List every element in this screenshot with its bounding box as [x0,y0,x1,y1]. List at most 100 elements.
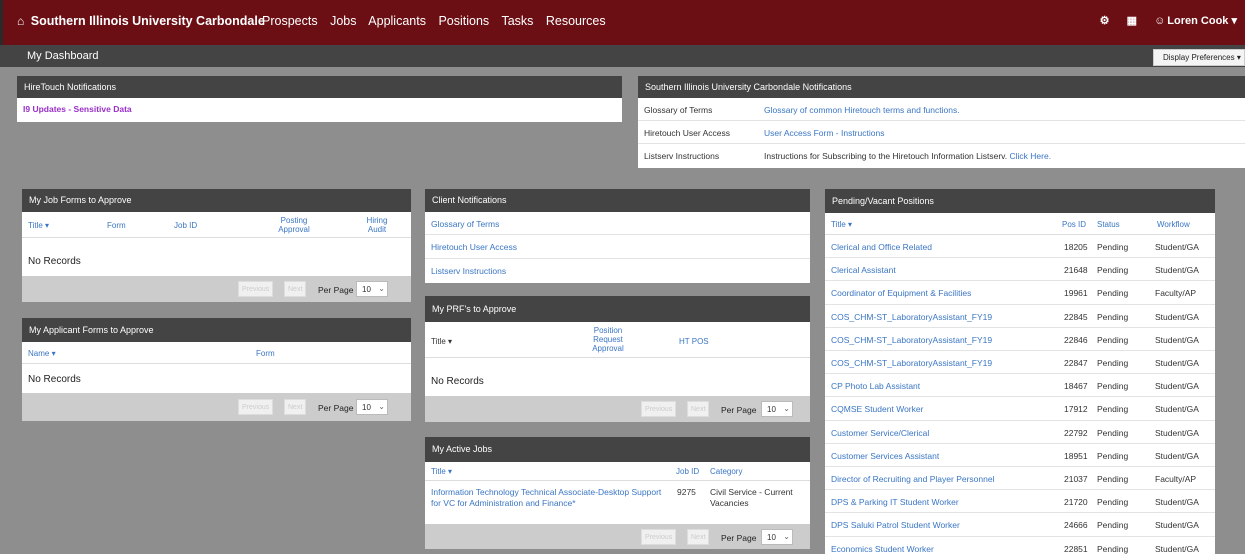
per-page-select[interactable]: 10 ⌄ [356,399,388,415]
top-navbar: ⌂ Southern Illinois University Carbondal… [0,0,1245,45]
position-title-link[interactable]: COS_CHM-ST_LaboratoryAssistant_FY19 [831,335,992,345]
workflow: Faculty/AP [1155,288,1197,299]
previous-button[interactable]: Previous [238,399,274,415]
position-title-link[interactable]: Coordinator of Equipment & Facilities [831,288,971,298]
user-menu[interactable]: ☺ Loren Cook ▾ [1154,15,1237,27]
nav-positions[interactable]: Positions [438,14,489,28]
workflow: Student/GA [1155,334,1199,345]
pos-id: 21648 [1064,265,1088,276]
user-access-link[interactable]: Hiretouch User Access [431,242,517,252]
position-title-link[interactable]: DPS Saluki Patrol Student Worker [831,520,960,530]
col-category[interactable]: Category [710,467,742,476]
nav-jobs[interactable]: Jobs [330,14,356,28]
col-posting-approval[interactable]: Posting Approval [272,216,316,234]
position-title-link[interactable]: CQMSE Student Worker [831,404,923,414]
position-title-link[interactable]: Economics Student Worker [831,544,934,554]
glossary-link[interactable]: Glossary of common Hiretouch terms and f… [764,105,960,115]
display-preferences-button[interactable]: Display Preferences ▾ [1153,49,1245,66]
position-title-link[interactable]: Clerical and Office Related [831,242,932,252]
job-id-cell: 9275 [677,487,696,497]
col-name[interactable]: Name ▾ [28,349,56,358]
chevron-down-icon: ⌄ [783,532,790,541]
pos-id: 19961 [1064,288,1088,299]
col-hiring-audit[interactable]: Hiring Audit [362,216,392,234]
gear-icon[interactable]: ⚙ [1100,15,1110,27]
col-title[interactable]: Title ▾ [431,467,452,476]
col-job-id[interactable]: Job ID [174,221,197,230]
status: Pending [1097,404,1129,415]
workflow: Student/GA [1155,358,1199,368]
col-ht-pos[interactable]: HT POS [679,337,709,346]
col-workflow[interactable]: Workflow [1157,220,1190,229]
table-row: Coordinator of Equipment & Facilities 199… [825,281,1215,305]
col-title[interactable]: Title ▾ [431,337,452,346]
col-job-id[interactable]: Job ID [676,467,699,476]
i9-updates-link[interactable]: I9 Updates - Sensitive Data [23,104,132,114]
previous-button[interactable]: Previous [641,529,677,545]
status: Pending [1097,381,1129,392]
nav-prospects[interactable]: Prospects [262,14,318,28]
per-page-label: Per Page [318,403,354,413]
pos-id: 18205 [1064,242,1088,252]
previous-button[interactable]: Previous [641,401,677,417]
workflow: Faculty/AP [1155,474,1197,484]
user-icon: ☺ [1154,15,1166,27]
nav-resources[interactable]: Resources [546,14,606,28]
table-row: DPS & Parking IT Student Worker 21720 Pend… [825,490,1215,514]
table-row: Clerical Assistant 21648 Pending Student/GA [825,258,1215,282]
click-here-link[interactable]: Click Here. [1010,151,1052,161]
col-form[interactable]: Form [256,349,275,358]
col-pos-id[interactable]: Pos ID [1062,220,1086,229]
pos-id: 18951 [1064,450,1088,461]
table-row: COS_CHM-ST_LaboratoryAssistant_FY19 22847… [825,351,1215,375]
position-title-link[interactable]: DPS & Parking IT Student Worker [831,497,959,507]
next-button[interactable]: Next [284,399,307,415]
table-row: CP Photo Lab Assistant 18467 Pending Studen… [825,374,1215,398]
pos-id: 22845 [1064,311,1088,322]
status: Pending [1097,311,1129,322]
grid-icon[interactable]: ▦ [1127,15,1137,27]
next-button[interactable]: Next [687,529,710,545]
next-button[interactable]: Next [687,401,710,417]
job-title-link[interactable]: Information Technology Technical Associa… [431,487,673,509]
no-records: No Records [28,256,81,267]
status: Pending [1097,520,1129,531]
chevron-down-icon: ⌄ [783,404,790,413]
brand-link[interactable]: ⌂ Southern Illinois University Carbondal… [17,14,265,28]
home-icon: ⌂ [17,14,25,28]
per-page-value: 10 [767,405,776,414]
per-page-select[interactable]: 10 ⌄ [356,281,388,297]
pending-positions-panel: Pending/Vacant Positions Title ▾ Pos ID … [825,189,1215,554]
per-page-select[interactable]: 10 ⌄ [761,529,793,545]
col-status[interactable]: Status [1097,220,1120,229]
col-title[interactable]: Title ▾ [831,220,852,229]
per-page-label: Per Page [318,285,354,295]
workflow: Student/GA [1155,242,1199,252]
position-title-link[interactable]: Customer Services Assistant [831,451,939,461]
position-title-link[interactable]: COS_CHM-ST_LaboratoryAssistant_FY19 [831,358,992,368]
position-title-link[interactable]: Clerical Assistant [831,265,896,275]
brand-label: Southern Illinois University Carbondale [30,14,265,28]
nav-tasks[interactable]: Tasks [501,14,533,28]
col-position-request-approval[interactable]: Position Request Approval [587,326,629,353]
table-row: DPS Saluki Patrol Student Worker 24666 Pen… [825,513,1215,537]
listserv-instructions-link[interactable]: Listserv Instructions [431,266,506,276]
user-access-link[interactable]: User Access Form - Instructions [764,128,884,138]
col-title[interactable]: Title ▾ [28,221,49,230]
workflow: Student/GA [1155,404,1199,415]
next-button[interactable]: Next [284,281,307,297]
position-title-link[interactable]: Customer Service/Clerical [831,428,929,438]
panel-header: Client Notifications [425,189,810,212]
status: Pending [1097,265,1129,276]
nav-applicants[interactable]: Applicants [368,14,426,28]
position-title-link[interactable]: CP Photo Lab Assistant [831,381,920,391]
col-form[interactable]: Form [107,221,126,230]
panel-header: Pending/Vacant Positions [825,189,1215,213]
position-title-link[interactable]: COS_CHM-ST_LaboratoryAssistant_FY19 [831,312,992,322]
position-title-link[interactable]: Director of Recruiting and Player Person… [831,474,994,484]
pager: Previous Next Per Page 10 ⌄ [22,276,411,302]
glossary-of-terms-link[interactable]: Glossary of Terms [431,219,499,229]
previous-button[interactable]: Previous [238,281,274,297]
table-row: Information Technology Technical Associa… [425,483,810,521]
per-page-select[interactable]: 10 ⌄ [761,401,793,417]
